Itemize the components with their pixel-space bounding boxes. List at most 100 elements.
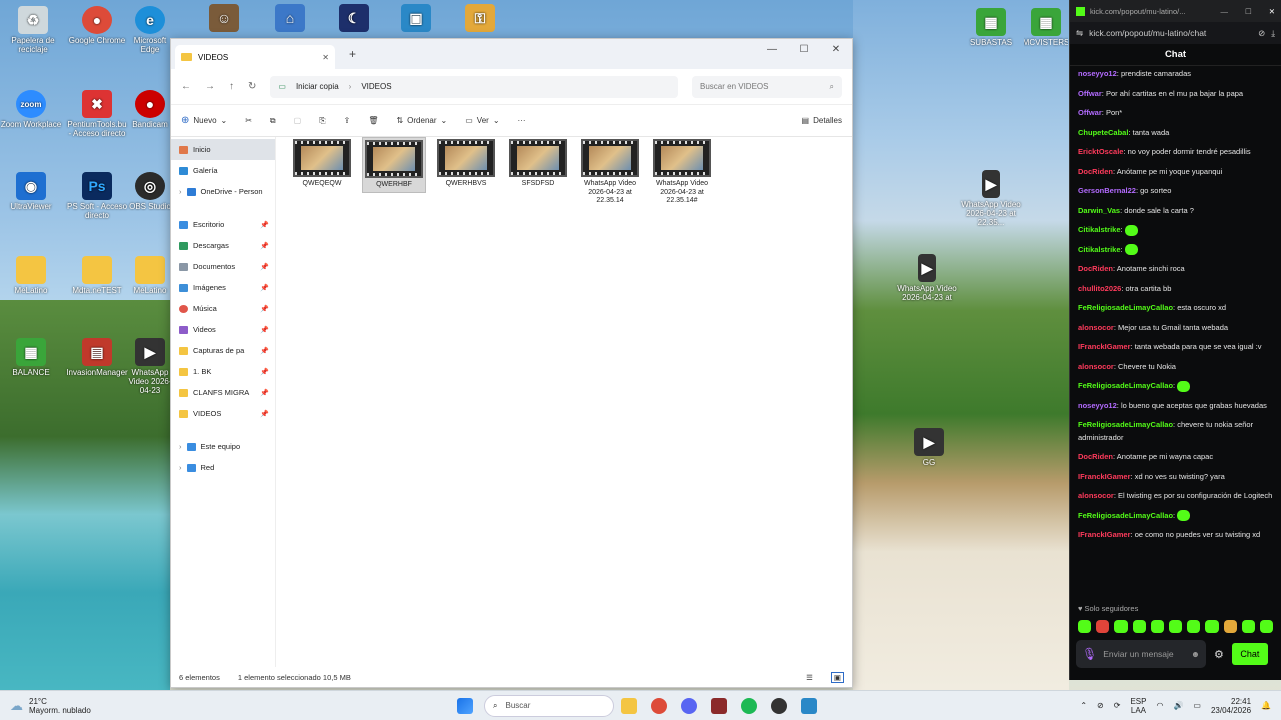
emote-button[interactable] — [1223, 620, 1237, 633]
desktop-icon-app5[interactable]: ⚿ — [462, 4, 498, 34]
obs-taskbar-icon[interactable] — [771, 697, 787, 714]
search-input[interactable]: Buscar en VIDEOS — [700, 82, 768, 91]
nav-item-this-pc[interactable]: › Este equipo — [171, 436, 275, 457]
emote-button[interactable] — [1187, 620, 1201, 633]
chat-username[interactable]: GersonBernal22 — [1078, 186, 1136, 195]
nav-item-gallery[interactable]: Galería — [171, 160, 275, 181]
chat-username[interactable]: alonsocor — [1078, 491, 1114, 500]
chat-username[interactable]: FeReligiosadeLimayCallao — [1078, 511, 1173, 520]
emote-button[interactable] — [1114, 620, 1128, 633]
breadcrumb-item[interactable]: Iniciar copia — [296, 82, 339, 91]
maximize-button[interactable]: ☐ — [788, 39, 820, 59]
tab-videos[interactable]: VIDEOS ✕ — [175, 45, 335, 69]
sort-button[interactable]: ⇅ Ordenar ⌄ — [396, 116, 447, 125]
nav-item-pictures[interactable]: Imágenes 📌 — [171, 277, 275, 298]
chat-username[interactable]: noseyyo12 — [1078, 401, 1117, 410]
search-box[interactable]: Buscar en VIDEOS ⌕ — [692, 75, 842, 98]
desktop-icon-folder-test[interactable]: Mdta.neTEST — [66, 256, 128, 295]
desktop-icon-ultraviewer[interactable]: ◉ UltraViewer — [0, 172, 62, 211]
refresh-icon[interactable]: ↻ — [248, 81, 256, 92]
desktop-icon-mcvisters[interactable]: ▦ MCVISTERS — [1024, 8, 1068, 47]
notification-bell-icon[interactable]: 🔔 — [1261, 701, 1271, 710]
chat-username[interactable]: ChupeteCabal — [1078, 128, 1128, 137]
chat-message-list[interactable]: noseyyo12: prendiste camaradas Offwar: Po… — [1070, 66, 1281, 604]
battery-icon[interactable]: ▭ — [1193, 701, 1201, 710]
chat-message-input[interactable]: 🎙 Enviar un mensaje ☻ — [1076, 640, 1206, 668]
chat-username[interactable]: IFranckIGamer — [1078, 342, 1131, 351]
eye-off-icon[interactable]: ⊘ — [1258, 28, 1265, 39]
desktop-icon-balance[interactable]: ▦ BALANCE — [0, 338, 62, 377]
file-item[interactable]: SFSDFSD — [506, 137, 570, 191]
close-button[interactable]: ✕ — [820, 39, 852, 59]
tiles-view-icon[interactable]: ▣ — [830, 671, 844, 683]
nav-item-captures[interactable]: Capturas de pa 📌 — [171, 340, 275, 361]
breadcrumb-item[interactable]: VIDEOS — [361, 82, 391, 91]
chat-username[interactable]: Offwar — [1078, 89, 1102, 98]
language-indicator[interactable]: ESP LAA — [1130, 697, 1146, 715]
chat-username[interactable]: EricktOscale — [1078, 147, 1123, 156]
chat-username[interactable]: DocRiden — [1078, 452, 1113, 461]
minimize-button[interactable]: — — [1220, 7, 1228, 16]
close-tab-icon[interactable]: ✕ — [322, 53, 329, 62]
emote-button[interactable] — [1096, 620, 1110, 633]
game-taskbar-icon[interactable] — [711, 697, 727, 714]
forward-icon[interactable]: → — [205, 81, 215, 92]
chat-username[interactable]: Offwar — [1078, 108, 1102, 117]
chat-username[interactable]: Citikalstrike — [1078, 225, 1121, 234]
desktop-icon-chrome[interactable]: ● Google Chrome — [66, 6, 128, 45]
send-chat-button[interactable]: Chat — [1231, 643, 1268, 665]
chat-username[interactable]: Citikalstrike — [1078, 245, 1121, 254]
file-item[interactable]: WhatsApp Video 2026-04-23 at 22.35.14# — [650, 137, 714, 208]
chat-username[interactable]: FeReligiosadeLimayCallao — [1078, 303, 1173, 312]
site-settings-icon[interactable]: ⇋ — [1076, 28, 1083, 39]
chat-username[interactable]: FeReligiosadeLimayCallao — [1078, 381, 1173, 390]
rename-icon[interactable]: ⎘ — [319, 116, 325, 126]
file-item[interactable]: QWEQEQW — [290, 137, 354, 191]
more-options-button[interactable]: ··· — [518, 116, 526, 125]
desktop-icon-app4[interactable]: ▣ — [398, 4, 434, 34]
emote-button[interactable] — [1150, 620, 1164, 633]
mute-icon[interactable]: ⊘ — [1097, 701, 1104, 710]
desktop-icon-whatsapp-video-1[interactable]: ▶ WhatsApp Video 2026-04-23 at 22.35... — [960, 170, 1022, 227]
chat-username[interactable]: DocRiden — [1078, 167, 1113, 176]
desktop-icon-app3[interactable]: ☾ — [336, 4, 372, 34]
file-explorer-taskbar-icon[interactable] — [621, 697, 637, 714]
nav-item-network[interactable]: › Red — [171, 457, 275, 478]
desktop-icon-photoshop[interactable]: Ps PS Soft - Acceso directo — [66, 172, 128, 220]
desktop-icon-whatsapp-video[interactable]: ▶ WhatsApp Video 2026-04-23 — [128, 338, 172, 395]
desktop-icon-recycle-bin[interactable]: ♻ Papelera de reciclaje — [2, 6, 64, 54]
chat-username[interactable]: DocRiden — [1078, 264, 1113, 273]
chat-username[interactable]: FeReligiosadeLimayCallao — [1078, 420, 1173, 429]
emote-button[interactable] — [1132, 620, 1146, 633]
chat-username[interactable]: alonsocor — [1078, 362, 1114, 371]
chat-username[interactable]: IFranckIGamer — [1078, 530, 1131, 539]
spotify-taskbar-icon[interactable] — [741, 697, 757, 714]
share-icon[interactable]: ⇪ — [344, 116, 351, 125]
chat-username[interactable]: alonsocor — [1078, 323, 1114, 332]
desktop-icon-gg[interactable]: ▶ GG — [898, 428, 960, 467]
chevron-up-icon[interactable]: ⌃ — [1080, 701, 1087, 710]
wifi-icon[interactable]: ◠ — [1156, 701, 1163, 710]
view-button[interactable]: ▭ Ver ⌄ — [465, 116, 499, 125]
taskbar-search[interactable]: ⌕ Buscar — [484, 694, 614, 717]
desktop-icon-folder-melatino[interactable]: MeLatino — [0, 256, 62, 295]
desktop-icon-zoom[interactable]: zoom Zoom Workplace — [0, 90, 62, 129]
settings-gear-icon[interactable]: ⚙ — [1214, 648, 1224, 661]
breadcrumb[interactable]: ▭ Iniciar copia › VIDEOS — [270, 75, 678, 98]
emote-button[interactable] — [1259, 620, 1274, 633]
emoji-icon[interactable]: ☻ — [1191, 649, 1200, 659]
cut-icon[interactable]: ✂ — [245, 116, 252, 125]
back-icon[interactable]: ← — [181, 81, 191, 92]
desktop-icon-pentiumtools[interactable]: ✖ PentiumTools.bu - Acceso directo — [66, 90, 128, 138]
details-button[interactable]: ▤ Detalles — [802, 116, 842, 125]
desktop-icon-folder-melatino-2[interactable]: MeLatino — [128, 256, 172, 295]
mic-icon[interactable]: 🎙 — [1082, 648, 1097, 660]
desktop-icon-app2[interactable]: ⌂ — [272, 4, 308, 34]
up-icon[interactable]: ↑ — [229, 81, 234, 92]
weather-widget[interactable]: ☁ 21°C Mayorm. nublado — [0, 697, 220, 715]
desktop-icon-app1[interactable]: ☺ — [206, 4, 242, 34]
emote-button[interactable] — [1168, 620, 1183, 633]
nav-item-clanfs[interactable]: CLANFS MIGRA 📌 — [171, 382, 275, 403]
nav-item-bk[interactable]: 1. BK 📌 — [171, 361, 275, 382]
emote-button[interactable] — [1205, 620, 1219, 633]
